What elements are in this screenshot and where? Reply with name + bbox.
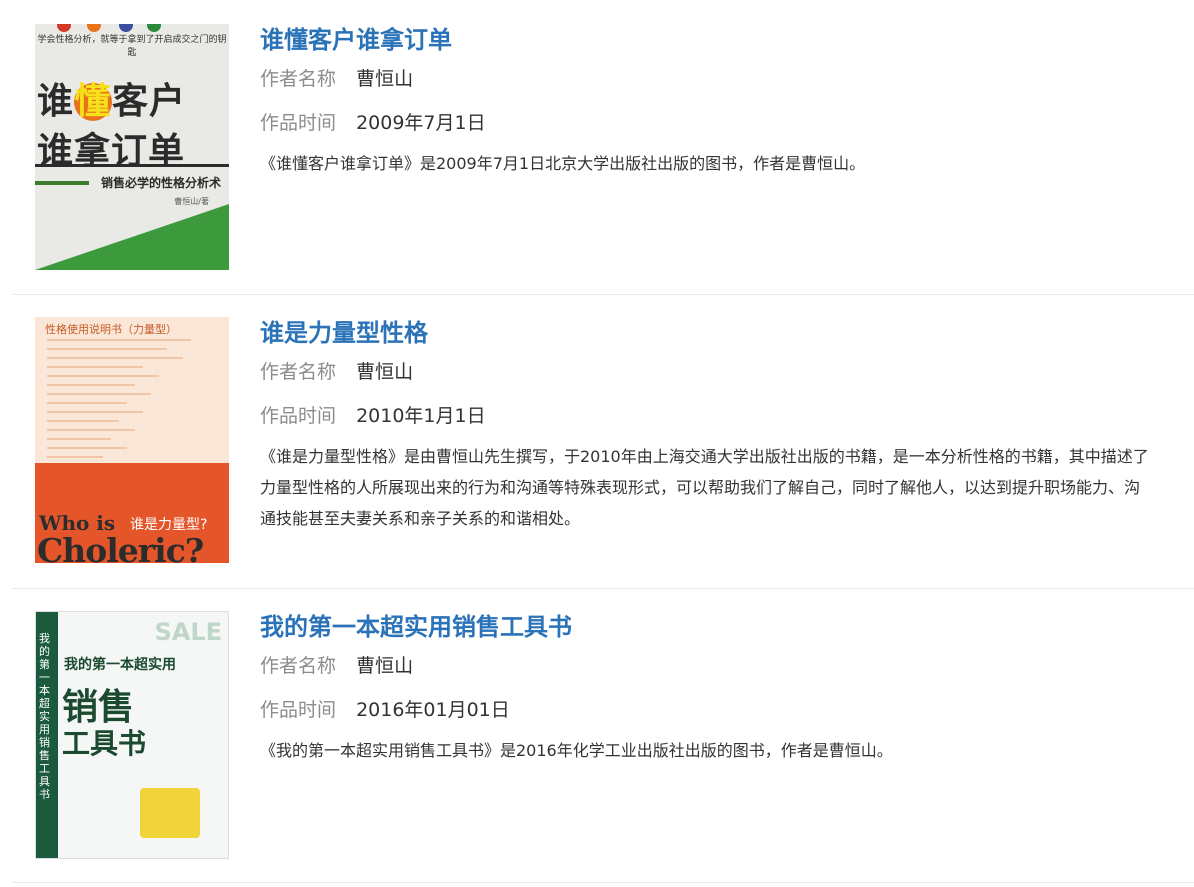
time-label: 作品时间 [260, 405, 337, 427]
author-value: 曹恒山 [356, 655, 414, 677]
book-cover-image[interactable]: 学会性格分析，就等于拿到了开启成交之门的钥匙 谁懂客户 谁拿订单 销售必学的性格… [35, 24, 229, 270]
time-label: 作品时间 [260, 699, 337, 721]
book-description: 《谁是力量型性格》是由曹恒山先生撰写，于2010年由上海交通大学出版社出版的书籍… [260, 447, 1149, 528]
list-item: 我的第一本超实用销售工具书 SALE 我的第一本超实用 销售 工具书 我的第一本… [12, 589, 1194, 883]
book-cover-image[interactable]: 我的第一本超实用销售工具书 SALE 我的第一本超实用 销售 工具书 [35, 611, 229, 859]
time-label: 作品时间 [260, 112, 337, 134]
book-description: 《谁懂客户谁拿订单》是2009年7月1日北京大学出版社出版的图书，作者是曹恒山。 [260, 154, 866, 173]
author-row: 作者名称 曹恒山 [260, 653, 1154, 679]
author-value: 曹恒山 [356, 68, 414, 90]
book-title-link[interactable]: 谁是力量型性格 [260, 317, 1154, 349]
list-item: 学会性格分析，就等于拿到了开启成交之门的钥匙 谁懂客户 谁拿订单 销售必学的性格… [12, 0, 1194, 295]
book-cover-image[interactable]: 性格使用说明书（力量型） Who is 谁是力量型? Choleric? [35, 317, 229, 563]
time-row: 作品时间 2010年1月1日 [260, 403, 1154, 429]
book-list: 学会性格分析，就等于拿到了开启成交之门的钥匙 谁懂客户 谁拿订单 销售必学的性格… [0, 0, 1194, 883]
author-value: 曹恒山 [356, 361, 414, 383]
book-description: 《我的第一本超实用销售工具书》是2016年化学工业出版社出版的图书，作者是曹恒山… [260, 741, 893, 760]
author-label: 作者名称 [260, 361, 337, 383]
book-title-link[interactable]: 我的第一本超实用销售工具书 [260, 611, 1154, 643]
author-label: 作者名称 [260, 655, 337, 677]
time-row: 作品时间 2009年7月1日 [260, 110, 1154, 136]
time-value: 2009年7月1日 [356, 112, 486, 134]
time-row: 作品时间 2016年01月01日 [260, 697, 1154, 723]
author-label: 作者名称 [260, 68, 337, 90]
author-row: 作者名称 曹恒山 [260, 66, 1154, 92]
time-value: 2016年01月01日 [356, 699, 510, 721]
time-value: 2010年1月1日 [356, 405, 486, 427]
list-item: 性格使用说明书（力量型） Who is 谁是力量型? Choleric? 谁是力… [12, 295, 1194, 589]
author-row: 作者名称 曹恒山 [260, 359, 1154, 385]
book-title-link[interactable]: 谁懂客户谁拿订单 [260, 24, 1154, 56]
